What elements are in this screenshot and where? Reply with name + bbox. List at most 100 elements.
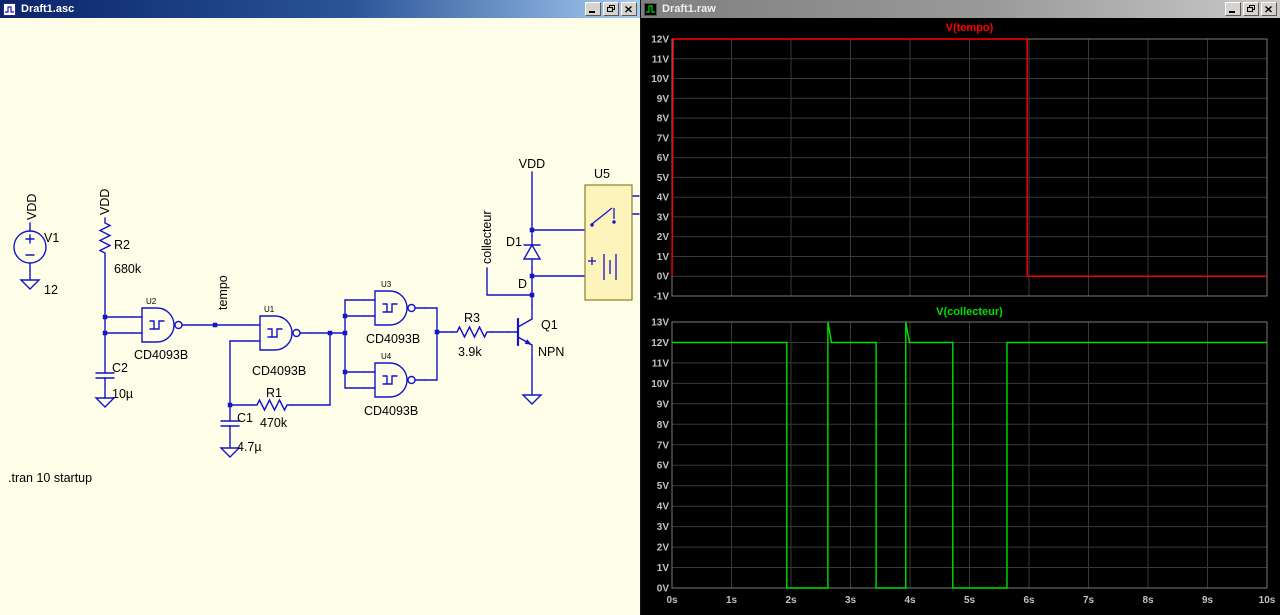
close-button[interactable] (621, 2, 637, 16)
x-tick-label: 10s (1259, 595, 1276, 606)
schematic-window-title: Draft1.asc (21, 3, 75, 15)
r3-ref: R3 (464, 311, 480, 325)
y-tick-label: 1V (657, 563, 670, 574)
waveform-window-icon[interactable] (643, 2, 657, 16)
wires (29, 171, 640, 449)
v1-ref: V1 (44, 231, 59, 245)
y-tick-label: -1V (653, 292, 669, 303)
trace-title[interactable]: V(tempo) (946, 22, 994, 34)
y-tick-label: 3V (657, 212, 670, 223)
net-label-tempo[interactable]: tempo (216, 275, 230, 310)
x-tick-label: 0s (666, 595, 678, 606)
u4-value: CD4093B (364, 404, 418, 418)
resistor-r2[interactable]: R2 680k (99, 217, 142, 276)
spice-directive[interactable]: .tran 10 startup (8, 471, 92, 485)
waveform-plot[interactable]: 12V 11V 10V 9V 8V 7V 6V 5V 4V 3V 2V 1V 0V -1V V(tempo)… (641, 18, 1280, 615)
y-tick-label: 9V (657, 94, 670, 105)
schematic-window-icon[interactable] (2, 2, 16, 16)
wave-pane-1: 12V 11V 10V 9V 8V 7V 6V 5V 4V 3V 2V 1V 0V -1V V(tempo) (651, 22, 1268, 303)
q1-value: NPN (538, 345, 564, 359)
minimize-button[interactable] (1225, 2, 1241, 16)
y-tick-label: 4V (657, 193, 670, 204)
u5-ref: U5 (594, 167, 610, 181)
schematic-window: Draft1.asc V1 12 VDD R2 680k VDD C2 10µ … (0, 0, 641, 615)
r1-ref: R1 (266, 386, 282, 400)
net-label-collecteur[interactable]: collecteur (480, 211, 494, 265)
y-tick-label: 3V (657, 522, 670, 533)
x-tick-label: 3s (845, 595, 857, 606)
nand-gate-u4[interactable]: U4 CD4093B (364, 352, 426, 418)
u1-value: CD4093B (252, 364, 306, 378)
y-tick-label: 12V (651, 35, 669, 46)
y-tick-label: 4V (657, 502, 670, 513)
y-tick-label: 6V (657, 153, 670, 164)
transistor-q1[interactable]: Q1 NPN (506, 303, 564, 361)
y-tick-label: 1V (657, 252, 670, 263)
waveform-titlebar[interactable]: Draft1.raw (641, 0, 1280, 18)
d1-ref: D1 (506, 235, 522, 249)
c2-ref: C2 (112, 361, 128, 375)
c1-value: 4.7µ (237, 440, 262, 454)
close-button[interactable] (1261, 2, 1277, 16)
x-tick-label: 8s (1142, 595, 1154, 606)
r3-value: 3.9k (458, 345, 482, 359)
y-tick-label: 9V (657, 399, 670, 410)
vdd-flag[interactable]: VDD (519, 157, 545, 171)
y-tick-label: 7V (657, 440, 670, 451)
c1-ref: C1 (237, 411, 253, 425)
vdd-flag[interactable]: VDD (98, 189, 112, 215)
vdd-flag[interactable]: VDD (25, 194, 39, 220)
y-tick-label: 2V (657, 232, 670, 243)
resistor-r1[interactable]: R1 470k (251, 386, 293, 430)
y-tick-label: 12V (651, 338, 669, 349)
u3-ref: U3 (381, 280, 392, 289)
y-tick-label: 13V (651, 318, 669, 329)
waveform-window-title: Draft1.raw (662, 3, 716, 15)
y-tick-label: 7V (657, 133, 670, 144)
diode-d1[interactable]: D1 D (506, 235, 541, 291)
y-tick-label: 10V (651, 379, 669, 390)
nand-gate-u1[interactable]: U1 CD4093B (249, 305, 311, 378)
y-tick-label: 10V (651, 74, 669, 85)
relay-u5[interactable]: U5 (584, 167, 633, 301)
minimize-button[interactable] (585, 2, 601, 16)
restore-button[interactable] (603, 2, 619, 16)
y-tick-label: 0V (657, 272, 670, 283)
voltage-source-v1[interactable]: V1 12 (13, 222, 59, 297)
q1-ref: Q1 (541, 318, 558, 332)
c2-value: 10µ (112, 387, 133, 401)
x-tick-label: 4s (904, 595, 916, 606)
x-tick-label: 2s (785, 595, 797, 606)
trace-title[interactable]: V(collecteur) (936, 306, 1003, 318)
ltspice-workspace: Draft1.asc V1 12 VDD R2 680k VDD C2 10µ … (0, 0, 1280, 615)
x-tick-label: 1s (726, 595, 738, 606)
nand-gate-u2[interactable]: U2 CD4093B (131, 297, 193, 362)
u2-ref: U2 (146, 297, 157, 306)
u3-value: CD4093B (366, 332, 420, 346)
y-tick-label: 8V (657, 420, 670, 431)
schematic-titlebar[interactable]: Draft1.asc (0, 0, 640, 18)
y-tick-label: 11V (652, 54, 670, 65)
x-tick-label: 7s (1083, 595, 1095, 606)
capacitor-c2[interactable]: C2 10µ (95, 361, 133, 401)
y-tick-label: 2V (657, 543, 670, 554)
resistor-r3[interactable]: R3 3.9k (451, 311, 493, 359)
y-tick-label: 6V (657, 461, 670, 472)
schematic-canvas[interactable]: V1 12 VDD R2 680k VDD C2 10µ U2 CD4093B … (0, 18, 640, 615)
r2-value: 680k (114, 262, 142, 276)
ground-icon[interactable] (522, 394, 542, 405)
restore-button[interactable] (1243, 2, 1259, 16)
ground-icon[interactable] (20, 279, 40, 290)
x-tick-label: 6s (1023, 595, 1035, 606)
u4-ref: U4 (381, 352, 392, 361)
wave-pane-2: 13V 12V 11V 10V 9V 8V 7V 6V 5V 4V 3V 2V 1V 0V V(collec… (651, 306, 1268, 595)
r2-ref: R2 (114, 238, 130, 252)
d1-value: D (518, 277, 527, 291)
y-tick-label: 5V (657, 481, 670, 492)
nand-gate-u3[interactable]: U3 CD4093B (364, 280, 426, 346)
x-tick-label: 5s (964, 595, 976, 606)
r1-value: 470k (260, 416, 288, 430)
x-tick-label: 9s (1202, 595, 1214, 606)
y-tick-label: 11V (652, 358, 670, 369)
v1-value: 12 (44, 283, 58, 297)
